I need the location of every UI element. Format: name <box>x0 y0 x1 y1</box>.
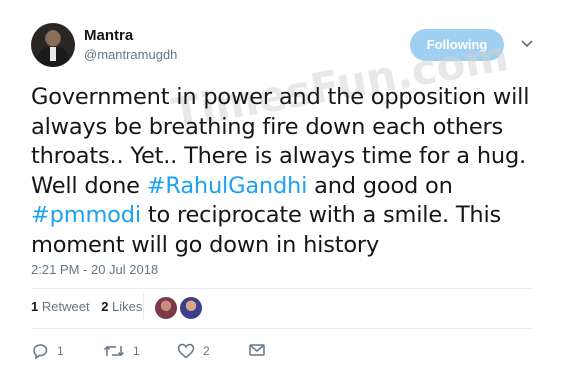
tweet-stats: 1 Retweet 2 Likes <box>31 299 150 314</box>
reply-icon <box>33 344 48 359</box>
liker-avatar[interactable] <box>154 296 178 320</box>
heart-icon <box>177 343 195 359</box>
hashtag-pmmodi[interactable]: #pmmodi <box>31 202 141 228</box>
divider <box>31 288 533 289</box>
tweet-timestamp[interactable]: 2:21 PM - 20 Jul 2018 <box>31 262 158 277</box>
retweet-count: 1 <box>133 344 140 358</box>
reply-count: 1 <box>57 344 64 358</box>
tweet-text-segment: and good on <box>307 172 453 199</box>
divider <box>31 328 533 329</box>
hashtag-rahulgandhi[interactable]: #RahulGandhi <box>147 173 308 199</box>
retweets-label: Retweet <box>41 299 90 314</box>
liker-avatar[interactable] <box>179 296 203 320</box>
user-handle[interactable]: @mantramugdh <box>84 47 177 62</box>
like-action[interactable]: 2 <box>177 343 210 359</box>
avatar-shirt <box>50 47 56 61</box>
likes-count: 2 <box>101 299 109 314</box>
avatar-head <box>46 30 60 46</box>
retweet-icon <box>103 345 125 357</box>
direct-message-action[interactable] <box>249 343 265 357</box>
following-button[interactable]: Following <box>410 29 504 61</box>
avatar[interactable] <box>31 23 75 67</box>
reply-action[interactable]: 1 <box>31 343 64 359</box>
envelope-icon <box>249 344 265 356</box>
retweet-action[interactable]: 1 <box>103 343 140 359</box>
retweets-stat[interactable]: 1 Retweet <box>31 299 90 314</box>
display-name[interactable]: Mantra <box>84 27 133 44</box>
likes-stat[interactable]: 2 Likes <box>101 299 142 314</box>
like-count: 2 <box>203 344 210 358</box>
chevron-down-icon[interactable] <box>520 39 534 49</box>
retweets-count: 1 <box>31 299 39 314</box>
tweet-text: Government in power and the opposition w… <box>31 83 541 260</box>
likes-label: Likes <box>112 299 143 314</box>
stats-separator <box>143 293 144 321</box>
tweet-card: Mantra @mantramugdh Following TimesFun.c… <box>0 0 563 385</box>
